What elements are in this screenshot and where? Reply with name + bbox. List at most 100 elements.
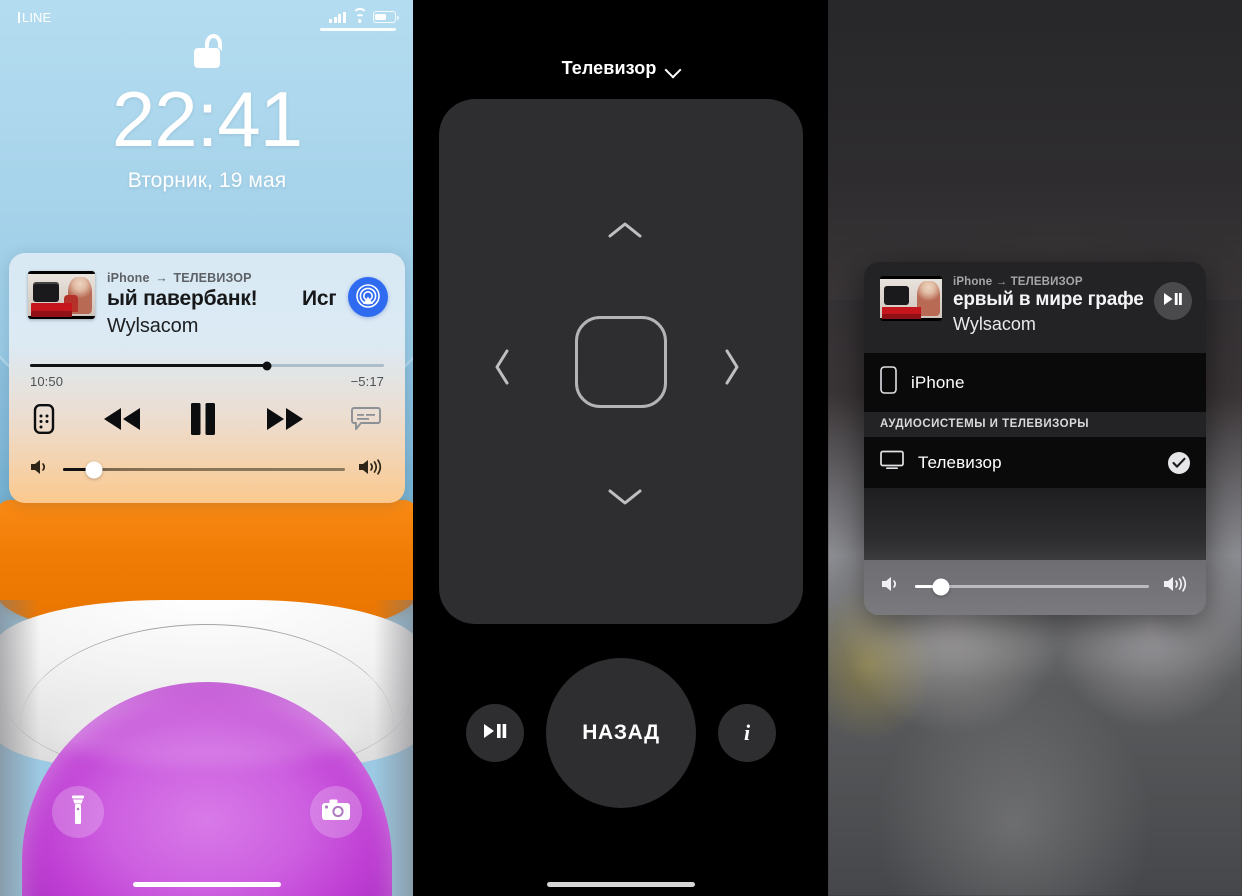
back-button[interactable]: НАЗАД bbox=[546, 658, 696, 808]
remote-icon[interactable] bbox=[33, 404, 55, 434]
tv-icon bbox=[880, 450, 904, 475]
volume-control[interactable] bbox=[9, 458, 405, 481]
playback-controls bbox=[9, 402, 405, 436]
camera-button[interactable] bbox=[310, 786, 362, 838]
route-arrow-icon: → bbox=[995, 276, 1008, 288]
back-button-label: НАЗАД bbox=[582, 721, 660, 744]
lock-screen-panel: LINE 22:41 Вторник, 19 мая iPhone → ТЕЛЕ… bbox=[0, 0, 414, 896]
blurred-background-top bbox=[828, 0, 1242, 300]
pause-icon[interactable] bbox=[188, 402, 218, 436]
info-icon: i bbox=[743, 720, 751, 745]
elapsed-time: 10:50 bbox=[30, 374, 64, 389]
battery-icon bbox=[373, 11, 399, 23]
volume-knob[interactable] bbox=[85, 461, 103, 478]
subtitles-icon[interactable] bbox=[351, 406, 381, 432]
speaker-high-icon bbox=[357, 458, 385, 481]
home-indicator[interactable] bbox=[133, 882, 281, 887]
lock-and-clock: 22:41 Вторник, 19 мая bbox=[0, 34, 414, 193]
track-title: ервый в мире графен bbox=[953, 289, 1143, 310]
carrier-text: LINE bbox=[22, 9, 52, 25]
now-playing-header: iPhone → ТЕЛЕВИЗОР ый павербанк! Испытал… bbox=[9, 253, 405, 338]
speaker-low-icon bbox=[880, 575, 902, 598]
flashlight-button[interactable] bbox=[52, 786, 104, 838]
checkmark-circle-icon bbox=[1168, 451, 1190, 474]
tv-remote-panel: Телевизор НАЗАД i bbox=[414, 0, 828, 896]
cellular-bars-icon bbox=[329, 11, 346, 23]
airplay-picker-panel: iPhone → ТЕЛЕВИЗОР ервый в мире графен W… bbox=[828, 0, 1242, 896]
track-title-row: ый павербанк! Испытали bbox=[107, 287, 336, 314]
play-pause-button[interactable] bbox=[466, 704, 524, 762]
clock-time: 22:41 bbox=[111, 75, 303, 163]
device-name: Телевизор bbox=[918, 452, 1002, 472]
airplay-audio-icon[interactable] bbox=[348, 277, 388, 317]
remote-device-name: Телевизор bbox=[561, 58, 657, 78]
camera-icon bbox=[321, 798, 351, 827]
play-pause-icon bbox=[1163, 292, 1183, 311]
sheet-now-playing-text: iPhone → ТЕЛЕВИЗОР ервый в мире графен W… bbox=[953, 276, 1143, 335]
device-row-iphone[interactable]: iPhone bbox=[864, 353, 1206, 412]
remaining-time: −5:17 bbox=[350, 374, 384, 389]
volume-knob[interactable] bbox=[932, 578, 950, 595]
chevron-up-icon[interactable] bbox=[608, 221, 642, 247]
volume-slider[interactable] bbox=[63, 461, 345, 478]
chevron-left-icon[interactable] bbox=[493, 349, 519, 384]
airplay-route-label: iPhone → ТЕЛЕВИЗОР bbox=[107, 271, 336, 285]
play-pause-button[interactable] bbox=[1154, 282, 1192, 320]
chevron-down-dpad-icon[interactable] bbox=[608, 488, 642, 514]
dpad bbox=[439, 99, 803, 624]
quick-actions bbox=[0, 786, 414, 838]
progress-times: 10:50 −5:17 bbox=[30, 374, 384, 389]
album-artwork bbox=[880, 276, 942, 321]
progress-knob[interactable] bbox=[262, 361, 272, 370]
panel-divider-2 bbox=[827, 0, 828, 896]
device-row-tv[interactable]: Телевизор bbox=[864, 437, 1206, 488]
sheet-now-playing[interactable]: iPhone → ТЕЛЕВИЗОР ервый в мире графен W… bbox=[864, 262, 1206, 353]
home-indicator[interactable] bbox=[547, 882, 695, 887]
panel-divider-1 bbox=[413, 0, 414, 896]
airplay-sheet: iPhone → ТЕЛЕВИЗОР ервый в мире графен W… bbox=[864, 262, 1206, 615]
route-source: iPhone bbox=[953, 276, 993, 288]
now-playing-text: iPhone → ТЕЛЕВИЗОР ый павербанк! Испытал… bbox=[107, 271, 336, 338]
info-button[interactable]: i bbox=[718, 704, 776, 762]
track-title-row: ервый в мире графен bbox=[953, 289, 1143, 313]
album-artwork bbox=[28, 271, 95, 319]
chevron-down-icon[interactable] bbox=[666, 62, 680, 76]
progress-fill bbox=[30, 364, 268, 367]
volume-slider[interactable] bbox=[915, 578, 1149, 595]
section-header: АУДИОСИСТЕМЫ И ТЕЛЕВИЗОРЫ bbox=[864, 412, 1206, 437]
playback-progress[interactable]: 10:50 −5:17 bbox=[9, 361, 405, 389]
track-artist: Wylsacom bbox=[107, 315, 199, 337]
speaker-low-icon bbox=[29, 458, 51, 481]
route-arrow-icon: → bbox=[155, 271, 168, 285]
status-bar: LINE bbox=[0, 0, 414, 34]
sheet-volume-control[interactable] bbox=[864, 560, 1206, 615]
sheet-spacer bbox=[864, 488, 1206, 560]
play-pause-icon bbox=[482, 722, 508, 745]
flashlight-icon bbox=[70, 795, 86, 830]
remote-touchpad[interactable] bbox=[439, 99, 803, 624]
carrier-nub bbox=[18, 11, 20, 23]
route-target: ТЕЛЕВИЗОР bbox=[1010, 276, 1083, 288]
clock-date: Вторник, 19 мая bbox=[127, 168, 287, 192]
chevron-right-icon[interactable] bbox=[723, 349, 749, 384]
progress-bar[interactable] bbox=[30, 361, 384, 370]
track-artist: Wylsacom bbox=[953, 314, 1036, 334]
airplay-route-label: iPhone → ТЕЛЕВИЗОР bbox=[953, 276, 1143, 288]
route-source: iPhone bbox=[107, 271, 150, 285]
route-target: ТЕЛЕВИЗОР bbox=[173, 271, 252, 285]
track-title-secondary: Испытали bbox=[302, 287, 336, 310]
screenshot-stage: LINE 22:41 Вторник, 19 мая iPhone → ТЕЛЕ… bbox=[0, 0, 1242, 896]
remote-header[interactable]: Телевизор bbox=[414, 0, 828, 79]
carrier-label: LINE bbox=[18, 10, 51, 25]
select-square-icon[interactable] bbox=[575, 315, 667, 408]
fast-forward-icon[interactable] bbox=[262, 406, 308, 432]
now-playing-widget[interactable]: iPhone → ТЕЛЕВИЗОР ый павербанк! Испытал… bbox=[9, 253, 405, 503]
device-name: iPhone bbox=[911, 372, 965, 392]
unlocked-padlock-icon bbox=[194, 34, 222, 68]
wifi-icon bbox=[352, 7, 367, 23]
rewind-icon[interactable] bbox=[99, 406, 145, 432]
speaker-high-icon bbox=[1162, 575, 1190, 598]
remote-buttons-row: НАЗАД i bbox=[414, 658, 828, 808]
track-title: ый павербанк! bbox=[107, 287, 258, 310]
status-bar-right bbox=[329, 7, 399, 23]
